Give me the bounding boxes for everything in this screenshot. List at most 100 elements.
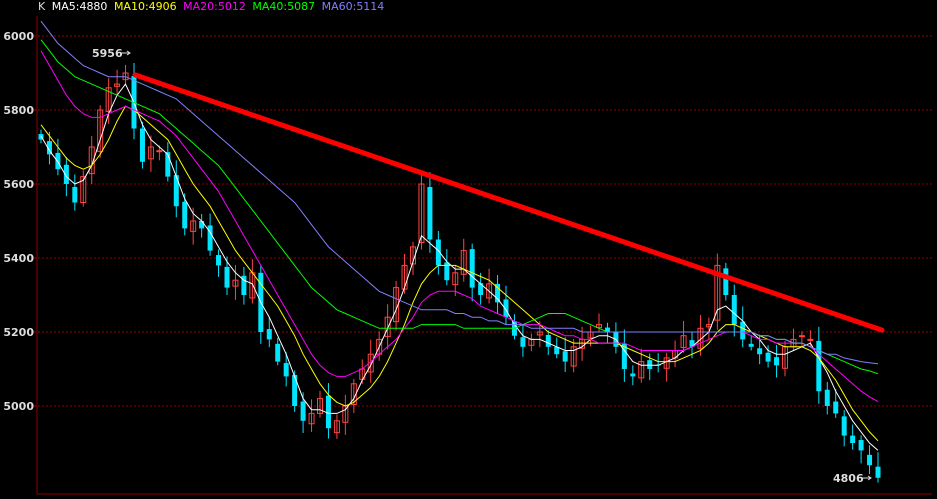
- candle: [858, 435, 864, 464]
- candle: [875, 452, 881, 483]
- candle: [816, 326, 822, 404]
- y-tick-label: 6000: [3, 30, 34, 43]
- candle: [604, 322, 610, 343]
- candle: [216, 249, 222, 277]
- candle: [156, 145, 163, 161]
- y-axis: 5000 5200 5400 5600 5800 6000: [3, 16, 932, 495]
- candle: [520, 324, 526, 357]
- candle-body: [833, 401, 839, 414]
- y-tick-label: 5600: [3, 178, 34, 191]
- candle: [570, 339, 577, 373]
- candle: [705, 317, 712, 341]
- candle: [342, 394, 349, 435]
- candle-body: [867, 454, 873, 466]
- candle: [139, 121, 145, 169]
- candle: [850, 424, 856, 450]
- candle-body: [266, 329, 272, 340]
- candle-body: [875, 466, 881, 478]
- candle-body: [723, 268, 729, 295]
- candle: [740, 306, 746, 348]
- candle-body: [139, 128, 145, 162]
- candle-body: [224, 266, 230, 288]
- candle: [655, 353, 661, 373]
- candle: [418, 174, 425, 250]
- candle: [613, 322, 619, 354]
- candle-body: [748, 343, 754, 347]
- candle: [241, 266, 247, 305]
- candle: [72, 174, 78, 211]
- candle: [460, 238, 467, 282]
- candle: [774, 344, 780, 378]
- candle: [325, 383, 331, 439]
- candle-body: [850, 435, 856, 443]
- y-tick-label: 5200: [3, 326, 34, 339]
- candle: [630, 365, 636, 386]
- candle: [80, 170, 87, 207]
- candle: [495, 275, 501, 315]
- candle: [486, 268, 493, 304]
- candle-body: [731, 295, 737, 325]
- candle: [199, 213, 205, 238]
- candle-body: [283, 363, 289, 377]
- candle-body: [647, 360, 653, 369]
- candle: [714, 253, 721, 330]
- candle: [723, 262, 729, 301]
- ma-line-ma60: [40, 20, 879, 365]
- annotations: 5956 4806: [92, 47, 872, 485]
- candle-body: [562, 351, 568, 362]
- candle-body: [774, 357, 780, 366]
- candlestick-chart: 5000 5200 5400 5600 5800 6000 5956 4806: [3, 16, 932, 495]
- candle-body: [858, 440, 864, 451]
- candle: [528, 333, 535, 352]
- candle: [444, 249, 450, 286]
- candle: [114, 69, 121, 95]
- candle-body: [469, 249, 475, 288]
- candle-body: [427, 186, 433, 240]
- candle: [173, 160, 179, 218]
- y-tick-label: 5400: [3, 252, 34, 265]
- candle-body: [816, 340, 822, 392]
- candle-body: [807, 338, 814, 341]
- candle: [680, 320, 687, 353]
- candle-body: [740, 321, 746, 340]
- candle-body: [757, 348, 763, 355]
- candle: [663, 352, 670, 382]
- candle: [867, 445, 873, 475]
- candle-body: [300, 401, 306, 421]
- candle-body: [765, 352, 771, 362]
- candle-body: [156, 150, 163, 153]
- candle: [672, 340, 679, 368]
- candle: [384, 304, 391, 350]
- candle-body: [520, 337, 526, 347]
- candle: [105, 78, 112, 125]
- candle: [275, 337, 281, 366]
- candle: [562, 337, 568, 372]
- candle-body: [292, 374, 298, 406]
- candle: [503, 285, 509, 325]
- candle: [317, 390, 323, 418]
- candle: [798, 331, 805, 347]
- candle: [731, 284, 737, 337]
- ma-line-ma40: [40, 39, 879, 375]
- y-tick-label: 5800: [3, 104, 34, 117]
- candle-body: [72, 186, 78, 203]
- candle: [308, 399, 315, 432]
- candle: [824, 381, 830, 415]
- candle: [249, 259, 256, 304]
- y-tick-label: 5000: [3, 400, 34, 413]
- candle-body: [325, 395, 331, 429]
- candle-body: [824, 389, 830, 406]
- candle: [841, 410, 847, 447]
- candle-body: [275, 343, 281, 362]
- candle: [122, 64, 129, 85]
- candle-body: [630, 373, 636, 377]
- candle-body: [216, 255, 222, 266]
- candle: [333, 414, 340, 439]
- candle: [165, 142, 171, 182]
- candle: [97, 105, 104, 158]
- candle: [350, 378, 357, 414]
- candle-body: [798, 335, 805, 338]
- candle-body: [199, 221, 205, 229]
- min-label: 4806: [833, 472, 864, 485]
- candle-body: [545, 334, 551, 347]
